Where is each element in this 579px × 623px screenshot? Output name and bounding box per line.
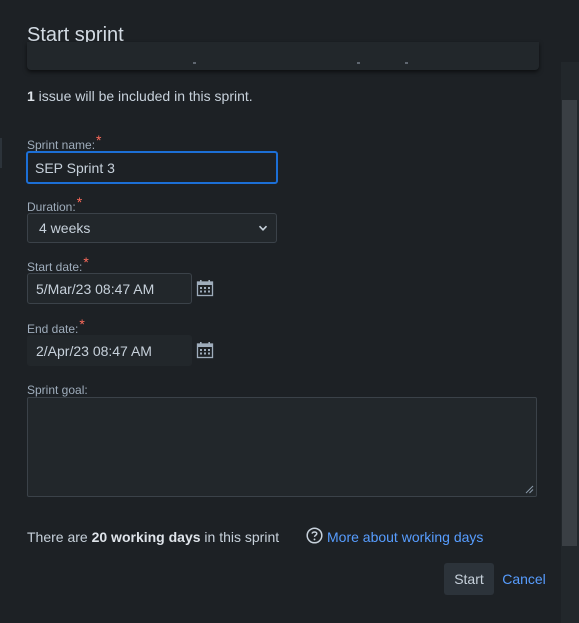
duration-value: 4 weeks xyxy=(39,220,91,236)
issue-summary-panel xyxy=(27,42,539,70)
duration-select[interactable]: 4 weeks xyxy=(27,213,277,243)
required-marker: * xyxy=(83,254,89,270)
sprint-goal-label: Sprint goal: xyxy=(27,383,88,397)
end-date-label: End date:* xyxy=(27,316,85,336)
duration-label-text: Duration: xyxy=(27,200,76,214)
sprint-name-input[interactable]: SEP Sprint 3 xyxy=(26,151,278,184)
required-marker: * xyxy=(76,194,83,210)
start-button[interactable]: Start xyxy=(444,563,494,595)
chevron-down-icon xyxy=(258,225,268,231)
working-days-help-link[interactable]: More about working days xyxy=(327,529,483,545)
sprint-name-label: Sprint name:* xyxy=(27,132,102,152)
start-date-label: Start date:* xyxy=(27,254,89,274)
end-date-input[interactable]: 2/Apr/23 08:47 AM xyxy=(27,335,192,366)
summary-fragment xyxy=(405,62,408,64)
issue-count-text: 1 issue will be included in this sprint. xyxy=(27,88,253,104)
sprint-goal-textarea[interactable] xyxy=(27,397,537,497)
duration-label: Duration:* xyxy=(27,194,82,214)
resize-handle-icon[interactable] xyxy=(525,485,534,494)
question-circle-icon[interactable] xyxy=(306,527,323,544)
scrollbar-thumb[interactable] xyxy=(562,100,577,546)
calendar-icon[interactable] xyxy=(196,279,214,297)
end-date-label-text: End date: xyxy=(27,322,79,336)
issue-count-suffix: issue will be included in this sprint. xyxy=(34,88,253,104)
summary-fragment xyxy=(193,62,196,64)
working-days-text: There are 20 working days in this sprint xyxy=(27,529,279,545)
working-days-prefix: There are xyxy=(27,529,92,545)
issue-count: 1 xyxy=(27,88,35,104)
start-date-label-text: Start date: xyxy=(27,260,83,274)
calendar-icon[interactable] xyxy=(196,341,214,359)
start-sprint-dialog: Start sprint 1 issue will be included in… xyxy=(0,0,579,623)
start-date-input[interactable]: 5/Mar/23 08:47 AM xyxy=(27,273,192,304)
start-date-value: 5/Mar/23 08:47 AM xyxy=(36,280,155,297)
required-marker: * xyxy=(79,316,85,332)
sprint-name-label-text: Sprint name: xyxy=(27,138,96,152)
sprint-name-value: SEP Sprint 3 xyxy=(35,159,115,176)
cancel-button[interactable]: Cancel xyxy=(500,563,548,595)
end-date-value: 2/Apr/23 08:47 AM xyxy=(36,342,152,359)
working-days-suffix: in this sprint xyxy=(200,529,280,545)
summary-fragment xyxy=(357,62,360,64)
required-marker: * xyxy=(96,132,102,148)
working-days-count: 20 working days xyxy=(91,529,201,545)
panel-edge xyxy=(0,138,2,168)
